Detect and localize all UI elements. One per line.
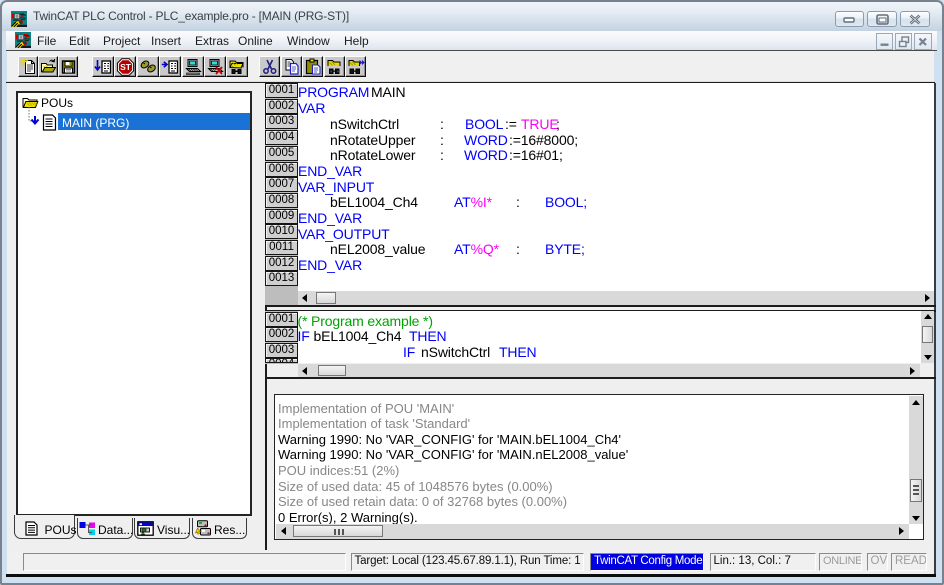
svg-text:ST: ST — [120, 62, 132, 72]
